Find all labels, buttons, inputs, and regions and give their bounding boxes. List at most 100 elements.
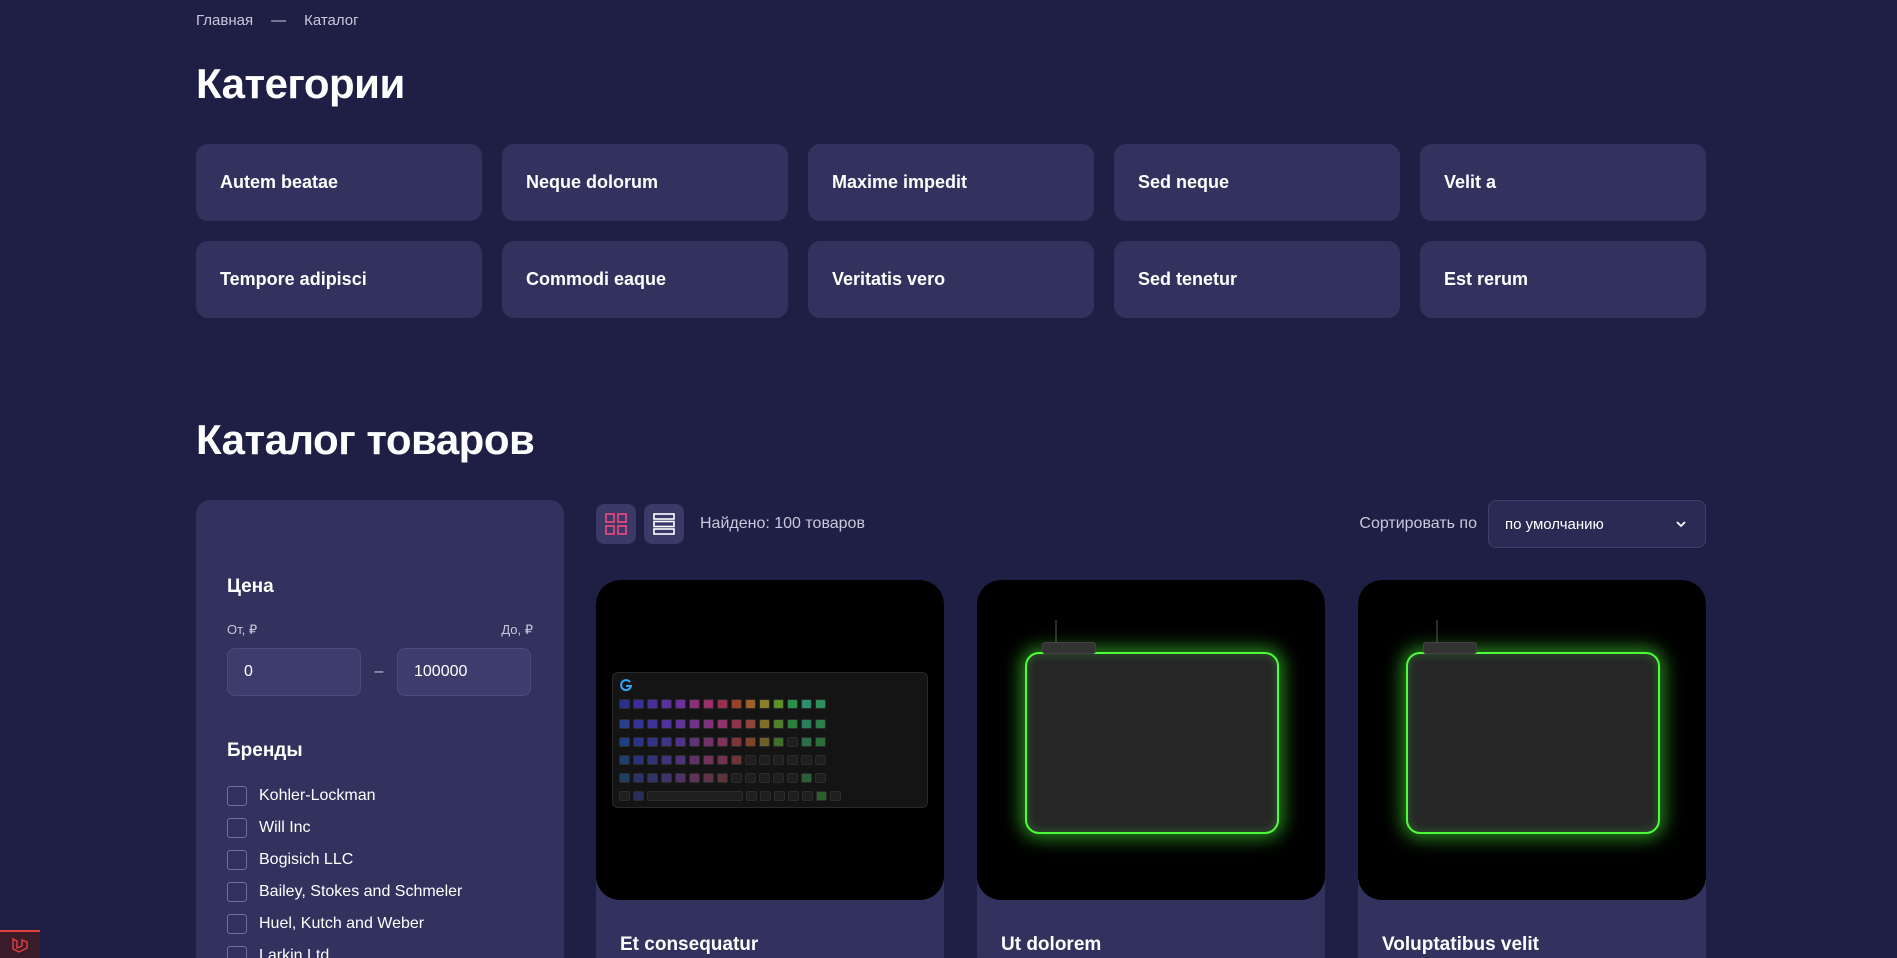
key xyxy=(801,699,812,709)
price-from-label: От, ₽ xyxy=(227,622,258,637)
key xyxy=(773,719,784,729)
key xyxy=(661,699,672,709)
product-card[interactable]: Voluptatibus velit xyxy=(1358,580,1706,958)
key xyxy=(745,755,756,765)
key xyxy=(675,719,686,729)
mousepad-cable xyxy=(1055,620,1057,644)
product-image-mousepad[interactable] xyxy=(1358,580,1706,900)
key xyxy=(773,773,784,783)
price-range-dash: – xyxy=(374,663,384,680)
key xyxy=(689,737,700,747)
key xyxy=(731,719,742,729)
key xyxy=(773,699,784,709)
breadcrumb-current[interactable]: Каталог xyxy=(304,12,359,29)
breadcrumb-home-link[interactable]: Главная xyxy=(196,12,253,29)
product-image-keyboard[interactable] xyxy=(596,580,944,900)
category-card[interactable]: Sed tenetur xyxy=(1114,241,1400,318)
category-card[interactable]: Neque dolorum xyxy=(502,144,788,221)
list-view-icon xyxy=(653,513,675,535)
mousepad-hub xyxy=(1042,642,1096,654)
category-card[interactable]: Maxime impedit xyxy=(808,144,1094,221)
logo-g-icon xyxy=(620,679,633,692)
key xyxy=(619,719,630,729)
brand-checkbox[interactable] xyxy=(227,818,247,838)
brand-checkbox[interactable] xyxy=(227,914,247,934)
grid-view-button[interactable] xyxy=(596,504,636,544)
brand-checkbox[interactable] xyxy=(227,850,247,870)
key xyxy=(815,699,826,709)
key xyxy=(619,773,630,783)
category-card[interactable]: Commodi eaque xyxy=(502,241,788,318)
brand-checkbox[interactable] xyxy=(227,882,247,902)
key xyxy=(703,773,714,783)
key xyxy=(773,737,784,747)
key xyxy=(689,719,700,729)
categories-title: Категории xyxy=(196,60,405,107)
sort-selected-value: по умолчанию xyxy=(1505,515,1604,533)
key xyxy=(675,755,686,765)
keyboard-row xyxy=(619,719,826,729)
categories-grid: Autem beatae Neque dolorum Maxime impedi… xyxy=(196,144,1706,318)
brand-label: Larkin Ltd xyxy=(259,947,330,958)
sort-select[interactable]: по умолчанию xyxy=(1488,500,1706,548)
category-card[interactable]: Tempore adipisci xyxy=(196,241,482,318)
key xyxy=(773,755,784,765)
brand-option[interactable]: Bailey, Stokes and Schmeler xyxy=(227,876,462,908)
key xyxy=(731,699,742,709)
category-card[interactable]: Velit a xyxy=(1420,144,1706,221)
key xyxy=(647,699,658,709)
brand-option[interactable]: Larkin Ltd xyxy=(227,940,462,958)
brand-option[interactable]: Will Inc xyxy=(227,812,462,844)
key xyxy=(717,737,728,747)
keyboard-row xyxy=(619,737,826,747)
brand-checkbox[interactable] xyxy=(227,786,247,806)
price-to-input[interactable] xyxy=(397,648,531,696)
key xyxy=(689,773,700,783)
breadcrumb-separator: — xyxy=(271,12,287,29)
debug-toolbar-button[interactable] xyxy=(0,930,40,958)
price-from-input[interactable] xyxy=(227,648,361,696)
category-card[interactable]: Veritatis vero xyxy=(808,241,1094,318)
category-card[interactable]: Sed neque xyxy=(1114,144,1400,221)
key xyxy=(703,719,714,729)
catalog-title: Каталог товаров xyxy=(196,416,535,463)
product-card[interactable]: Et consequatur xyxy=(596,580,944,958)
category-card[interactable]: Est rerum xyxy=(1420,241,1706,318)
product-title[interactable]: Ut dolorem xyxy=(1001,934,1101,956)
brand-label: Kohler-Lockman xyxy=(259,787,376,804)
brand-option[interactable]: Bogisich LLC xyxy=(227,844,462,876)
category-card[interactable]: Autem beatae xyxy=(196,144,482,221)
key xyxy=(759,773,770,783)
product-title[interactable]: Et consequatur xyxy=(620,934,758,956)
brand-option[interactable]: Huel, Kutch and Weber xyxy=(227,908,462,940)
key xyxy=(787,719,798,729)
product-image-mousepad[interactable] xyxy=(977,580,1325,900)
chevron-down-icon xyxy=(1676,521,1686,528)
key xyxy=(661,755,672,765)
key xyxy=(717,719,728,729)
key xyxy=(717,755,728,765)
key xyxy=(633,699,644,709)
brand-checkbox[interactable] xyxy=(227,946,247,958)
keyboard-row xyxy=(619,773,826,783)
key xyxy=(633,773,644,783)
key xyxy=(633,791,644,801)
key xyxy=(815,773,826,783)
mousepad-image xyxy=(1025,652,1279,834)
product-title[interactable]: Voluptatibus velit xyxy=(1382,934,1539,956)
brand-label: Will Inc xyxy=(259,819,311,836)
product-grid: Et consequatur Ut dolorem Voluptatibus v… xyxy=(596,580,1706,958)
brand-option[interactable]: Kohler-Lockman xyxy=(227,780,462,812)
key xyxy=(802,791,813,801)
key xyxy=(703,755,714,765)
product-card[interactable]: Ut dolorem xyxy=(977,580,1325,958)
key xyxy=(647,755,658,765)
key xyxy=(745,719,756,729)
key xyxy=(815,737,826,747)
key xyxy=(815,719,826,729)
key xyxy=(774,791,785,801)
key xyxy=(689,699,700,709)
list-view-button[interactable] xyxy=(644,504,684,544)
key xyxy=(788,791,799,801)
key xyxy=(675,699,686,709)
